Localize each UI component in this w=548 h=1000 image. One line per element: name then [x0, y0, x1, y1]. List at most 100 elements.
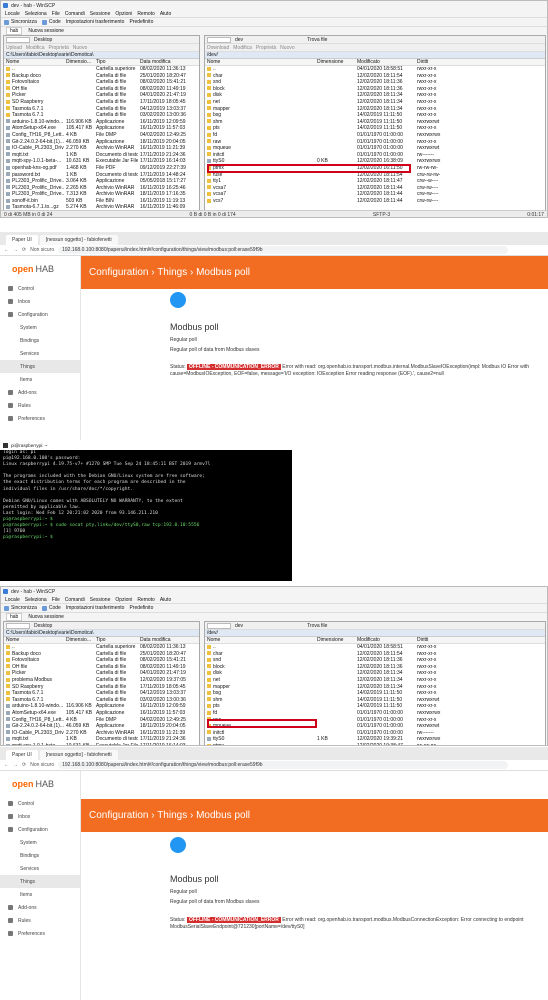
file-row[interactable]: Tasmota 6.7.1 Cartella di file 03/02/2020 …	[4, 697, 199, 704]
menu-item-5[interactable]: Opzioni	[115, 11, 132, 17]
column-header[interactable]: Nome	[4, 637, 64, 643]
file-row[interactable]: PL2303_Prolific_Drive... 7.313 KB Archivio…	[4, 191, 199, 198]
action-button-2[interactable]: Proprietà	[48, 45, 68, 51]
file-row[interactable]: initctl 01/01/1970 01:00:00 rw-------	[205, 730, 545, 737]
file-row[interactable]: mqtt.txt 1 KB Documento di testo 17/11/2019…	[4, 152, 199, 159]
file-row[interactable]: .. Cartella superiore 08/02/2020 11:36:13	[4, 66, 199, 73]
file-row[interactable]: mqueue 01/01/1970 01:00:00 rwxrwxrwt	[205, 145, 545, 152]
file-row[interactable]: block 12/02/2020 18:11:36 rwxr-xr-x	[205, 664, 545, 671]
tab-paper-ui[interactable]: Paper UI	[6, 750, 38, 760]
reload-icon[interactable]: ⟳	[22, 762, 26, 768]
tab-paper-ui[interactable]: Paper UI	[6, 235, 38, 245]
column-header[interactable]: Dimensione	[315, 59, 355, 65]
action-button-1[interactable]: Modifica	[233, 45, 252, 51]
file-row[interactable]: pts 14/02/2019 11:11:50 rwxr-xr-x	[205, 125, 545, 132]
file-row[interactable]: Git-2.24.0.2-64-bit.(1)... 46.059 KB Appli…	[4, 723, 199, 730]
file-row[interactable]: vcs7 12/02/2020 18:11:44 crw-rw----	[205, 198, 545, 205]
reload-icon[interactable]: ⟳	[22, 247, 26, 253]
file-row[interactable]: mqtt-spy-1.0.1-beta-... 10.631 KB Executab…	[4, 158, 199, 165]
file-row[interactable]: Picker Cartella di file 04/01/2020 21:47:1…	[4, 670, 199, 677]
nav-item-configuration[interactable]: Configuration	[0, 308, 80, 321]
column-header[interactable]: Diritti	[415, 637, 455, 643]
menu-item-7[interactable]: Aiuto	[160, 597, 171, 603]
menu-item-6[interactable]: Remoto	[137, 597, 155, 603]
file-row[interactable]: Backup doco Cartella di file 25/01/2020 18…	[4, 651, 199, 658]
menu-item-4[interactable]: Sessione	[90, 597, 111, 603]
nav-item-services[interactable]: Services	[0, 347, 80, 360]
menu-item-5[interactable]: Opzioni	[115, 597, 132, 603]
nav-item-things[interactable]: Things	[0, 875, 80, 888]
file-row[interactable]: disk 12/02/2020 18:11:34 rwxr-xr-x	[205, 92, 545, 99]
menu-item-2[interactable]: File	[52, 597, 60, 603]
file-row[interactable]: vcsa7 12/02/2020 18:11:44 crw-rw----	[205, 191, 545, 198]
nav-item-items[interactable]: Items	[0, 373, 80, 386]
file-row[interactable]: OH file Cartella di file 08/02/2020 11:49:…	[4, 664, 199, 671]
file-row[interactable]: fd 01/01/1970 01:00:00 rwxrwxrwx	[205, 710, 545, 717]
file-row[interactable]: password.txt 1 KB Documento di testo 17/11/…	[4, 172, 199, 179]
sync-button[interactable]: Sincronizza	[4, 605, 37, 611]
file-row[interactable]: shm 14/02/2019 11:11:50 rwxrwxrwt	[205, 119, 545, 126]
nav-item-inbox[interactable]: Inbox	[0, 810, 80, 823]
menu-item-2[interactable]: File	[52, 11, 60, 17]
column-header[interactable]: Modificato	[355, 59, 415, 65]
menu-item-0[interactable]: Locale	[5, 11, 20, 17]
transfer-preset[interactable]: Predefinito	[129, 605, 153, 611]
file-row[interactable]: Git-2.24.0.2-64-bit.(1)... 46.059 KB Appli…	[4, 139, 199, 146]
nav-item-system[interactable]: System	[0, 836, 80, 849]
queue-button[interactable]: Code	[41, 19, 61, 25]
column-header[interactable]: Diritti	[415, 59, 455, 65]
tab-new-session[interactable]: Nuova sessione	[28, 614, 64, 620]
menu-item-3[interactable]: Comandi	[65, 597, 85, 603]
column-header[interactable]: Data modifica	[138, 637, 196, 643]
file-row[interactable]: Backup doco Cartella di file 25/01/2020 18…	[4, 73, 199, 80]
file-row[interactable]: .. 04/01/2020 18:58:51 rwxr-xr-x	[205, 66, 545, 73]
nav-item-addons[interactable]: Add-ons	[0, 386, 80, 399]
file-row[interactable]: net 12/02/2020 18:11:34 rwxr-xr-x	[205, 677, 545, 684]
local-drive-select[interactable]	[6, 36, 30, 43]
file-row[interactable]: fd 01/01/1970 01:00:00 rwxrwxrwx	[205, 132, 545, 139]
find-files-button[interactable]: Trova file	[307, 623, 327, 629]
file-row[interactable]: raw 01/01/1970 01:00:00 rwxr-xr-x	[205, 139, 545, 146]
file-row[interactable]: Config_TH16_P8_Lett... 4 KB File DMP 04/02/…	[4, 717, 199, 724]
column-header[interactable]: Dimensio...	[64, 59, 94, 65]
column-header[interactable]: Nome	[205, 59, 315, 65]
file-row[interactable]: arduino-1.8.10-windo... 116.906 KB Applica…	[4, 703, 199, 710]
edit-icon[interactable]	[170, 292, 186, 308]
file-row[interactable]: AtomSetup-x64.exe 105.417 KB Applicazione 1…	[4, 125, 199, 132]
file-row[interactable]: FotovoItaico Cartella di file 08/02/2020 1…	[4, 657, 199, 664]
tab-new-session[interactable]: Nuova sessione	[28, 28, 64, 34]
menu-item-3[interactable]: Comandi	[65, 11, 85, 17]
file-row[interactable]: Tasmota 6.7.1 Cartella di file 04/12/2019 …	[4, 690, 199, 697]
file-row[interactable]: .. Cartella superiore 08/02/2020 11:36:13	[4, 644, 199, 651]
file-row[interactable]: AtomSetup-x64.exe 105.417 KB Applicazione 1…	[4, 710, 199, 717]
action-button-3[interactable]: Nuovo	[280, 45, 294, 51]
nav-item-inbox[interactable]: Inbox	[0, 295, 80, 308]
file-row[interactable]: Picker Cartella di file 04/01/2020 21:47:1…	[4, 92, 199, 99]
file-row[interactable]: disk 12/02/2020 18:11:34 rwxr-xr-x	[205, 670, 545, 677]
menu-item-1[interactable]: Seleziona	[25, 597, 47, 603]
column-header[interactable]: Modificato	[355, 637, 415, 643]
file-row[interactable]: FotovoItaico Cartella di file 08/02/2020 1…	[4, 79, 199, 86]
forward-icon[interactable]: →	[13, 247, 18, 253]
file-row[interactable]: IO-Cable_PL2303_Drivi... 2.270 KB Archivio…	[4, 145, 199, 152]
menu-item-6[interactable]: Remoto	[137, 11, 155, 17]
nav-item-preferences[interactable]: Preferences	[0, 927, 80, 940]
action-button-0[interactable]: Upload	[6, 45, 22, 51]
menu-item-4[interactable]: Sessione	[90, 11, 111, 17]
action-button-1[interactable]: Modifica	[26, 45, 45, 51]
local-drive-select[interactable]	[6, 622, 30, 629]
tab-hab[interactable]: hab	[6, 26, 23, 35]
column-header[interactable]: Dimensione	[315, 637, 355, 643]
local-path[interactable]: C:\Users\fabio\Desktop\varie\Domotica\	[4, 630, 199, 637]
file-row[interactable]: PL2303_Prolific_Drive... 3.064 KB Applicaz…	[4, 178, 199, 185]
nav-item-bindings[interactable]: Bindings	[0, 334, 80, 347]
nav-item-addons[interactable]: Add-ons	[0, 901, 80, 914]
file-row[interactable]: char 12/02/2020 18:11:54 rwxr-xr-x	[205, 651, 545, 658]
file-row[interactable]: sonoff-it.bin 503 KB File BIN 16/11/2019 11…	[4, 198, 199, 205]
nav-item-configuration[interactable]: Configuration	[0, 823, 80, 836]
nav-item-services[interactable]: Services	[0, 862, 80, 875]
remote-path[interactable]: /dev/	[205, 52, 545, 59]
file-row[interactable]: PL2303_Prolific_Drive... 2.265 KB Archivio…	[4, 185, 199, 192]
menu-item-7[interactable]: Aiuto	[160, 11, 171, 17]
remote-drive-select[interactable]	[207, 36, 231, 43]
